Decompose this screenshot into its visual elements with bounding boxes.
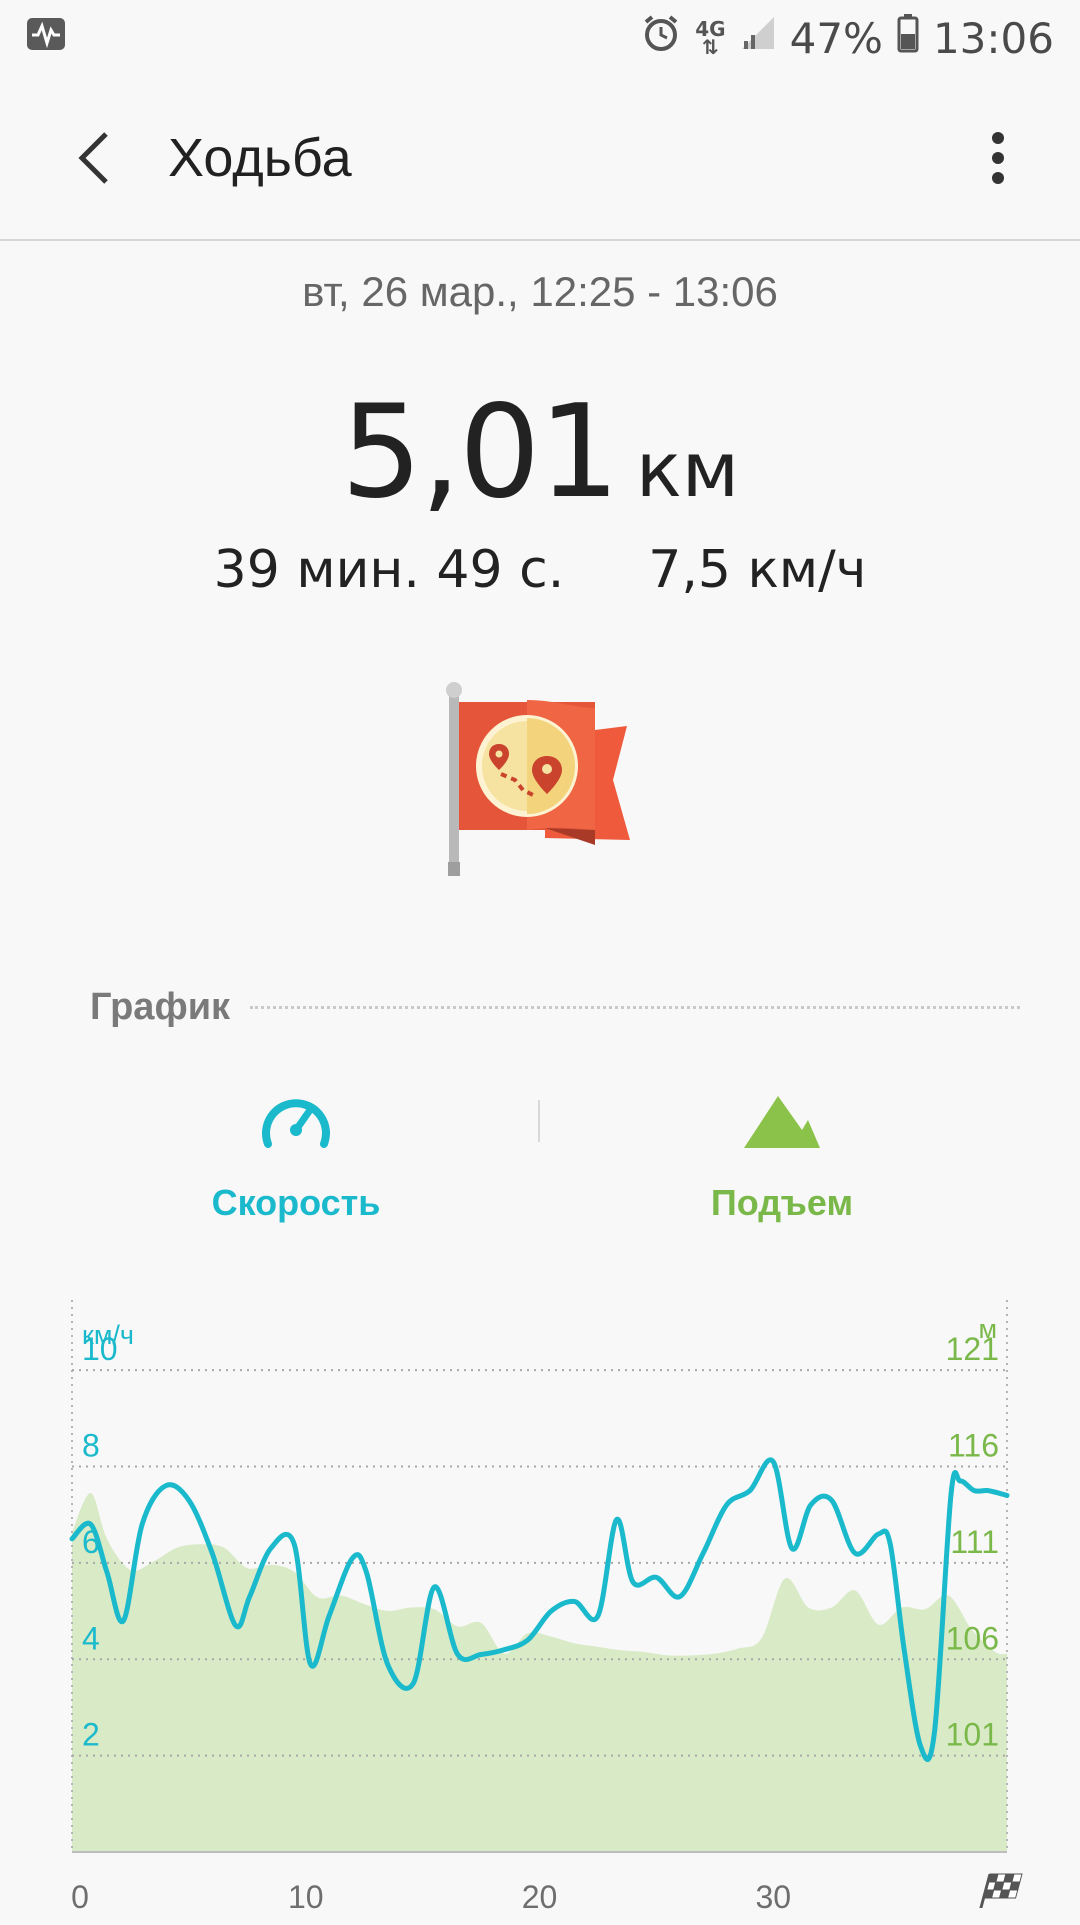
workout-stats: 39 мин. 49 с. 7,5 км/ч: [0, 540, 1080, 600]
chart-section-label: График: [90, 985, 231, 1028]
duration-value: 39 мин. 49 с.: [213, 540, 565, 600]
avg-speed-value: 7,5 км/ч: [648, 540, 867, 600]
tab-elevation-label: Подъем: [710, 1182, 854, 1223]
chart-tabs: Скорость Подъем: [0, 1080, 1080, 1240]
tab-separator: [538, 1100, 540, 1142]
right-axis-unit: м: [978, 1314, 997, 1344]
mountain-icon: [632, 1080, 932, 1160]
app-bar: Ходьба: [0, 76, 1080, 241]
section-divider: [250, 1005, 1020, 1009]
network-4g-icon: 4G ⇅: [695, 17, 726, 59]
signal-icon: [740, 15, 776, 61]
speedometer-icon: [146, 1080, 446, 1160]
activity-icon: [26, 15, 66, 61]
alarm-icon: [641, 13, 681, 63]
tab-elevation[interactable]: Подъем: [632, 1080, 932, 1240]
tab-speed[interactable]: Скорость: [146, 1080, 446, 1240]
status-bar: 4G ⇅ 47% 13:06: [0, 0, 1080, 76]
x-tick-label: 0: [71, 1879, 89, 1915]
workout-date-range: вт, 26 мар., 12:25 - 13:06: [302, 268, 778, 315]
left-axis-unit: км/ч: [82, 1320, 134, 1350]
distance-display: 5,01 км: [0, 378, 1080, 527]
x-tick-label: 10: [288, 1879, 324, 1915]
distance-unit: км: [635, 425, 740, 514]
more-vert-icon[interactable]: [966, 126, 1030, 190]
right-tick-label: 116: [948, 1428, 999, 1464]
page-title: Ходьба: [168, 128, 352, 188]
route-flag-badge-icon[interactable]: [435, 680, 635, 880]
checkered-flag-icon: [979, 1873, 1023, 1908]
left-tick-label: 8: [82, 1428, 100, 1464]
speed-elevation-chart: 10 121 8 116 6 111 4 106 2 101 км/ч м 0 10 20 30: [0, 1300, 1080, 1920]
distance-value: 5,01: [340, 378, 620, 527]
battery-icon: [897, 13, 919, 63]
chart-section-header: График: [90, 982, 1020, 1032]
left-tick-label: 2: [82, 1717, 100, 1753]
right-tick-label: 111: [950, 1524, 999, 1560]
x-tick-label: 20: [522, 1879, 558, 1915]
x-tick-label: 30: [755, 1879, 791, 1915]
back-arrow-icon[interactable]: [62, 126, 126, 190]
right-tick-label: 106: [946, 1620, 999, 1656]
network-label: 4G: [695, 17, 726, 41]
battery-percent: 47%: [789, 13, 883, 63]
clock: 13:06: [932, 13, 1054, 63]
tab-speed-label: Скорость: [211, 1182, 381, 1223]
chart-svg: 10 1218 1166 1114 1062 101км/ч м0 10 20 30: [69, 1300, 1023, 1915]
left-tick-label: 4: [82, 1620, 100, 1656]
right-tick-label: 101: [946, 1717, 999, 1753]
